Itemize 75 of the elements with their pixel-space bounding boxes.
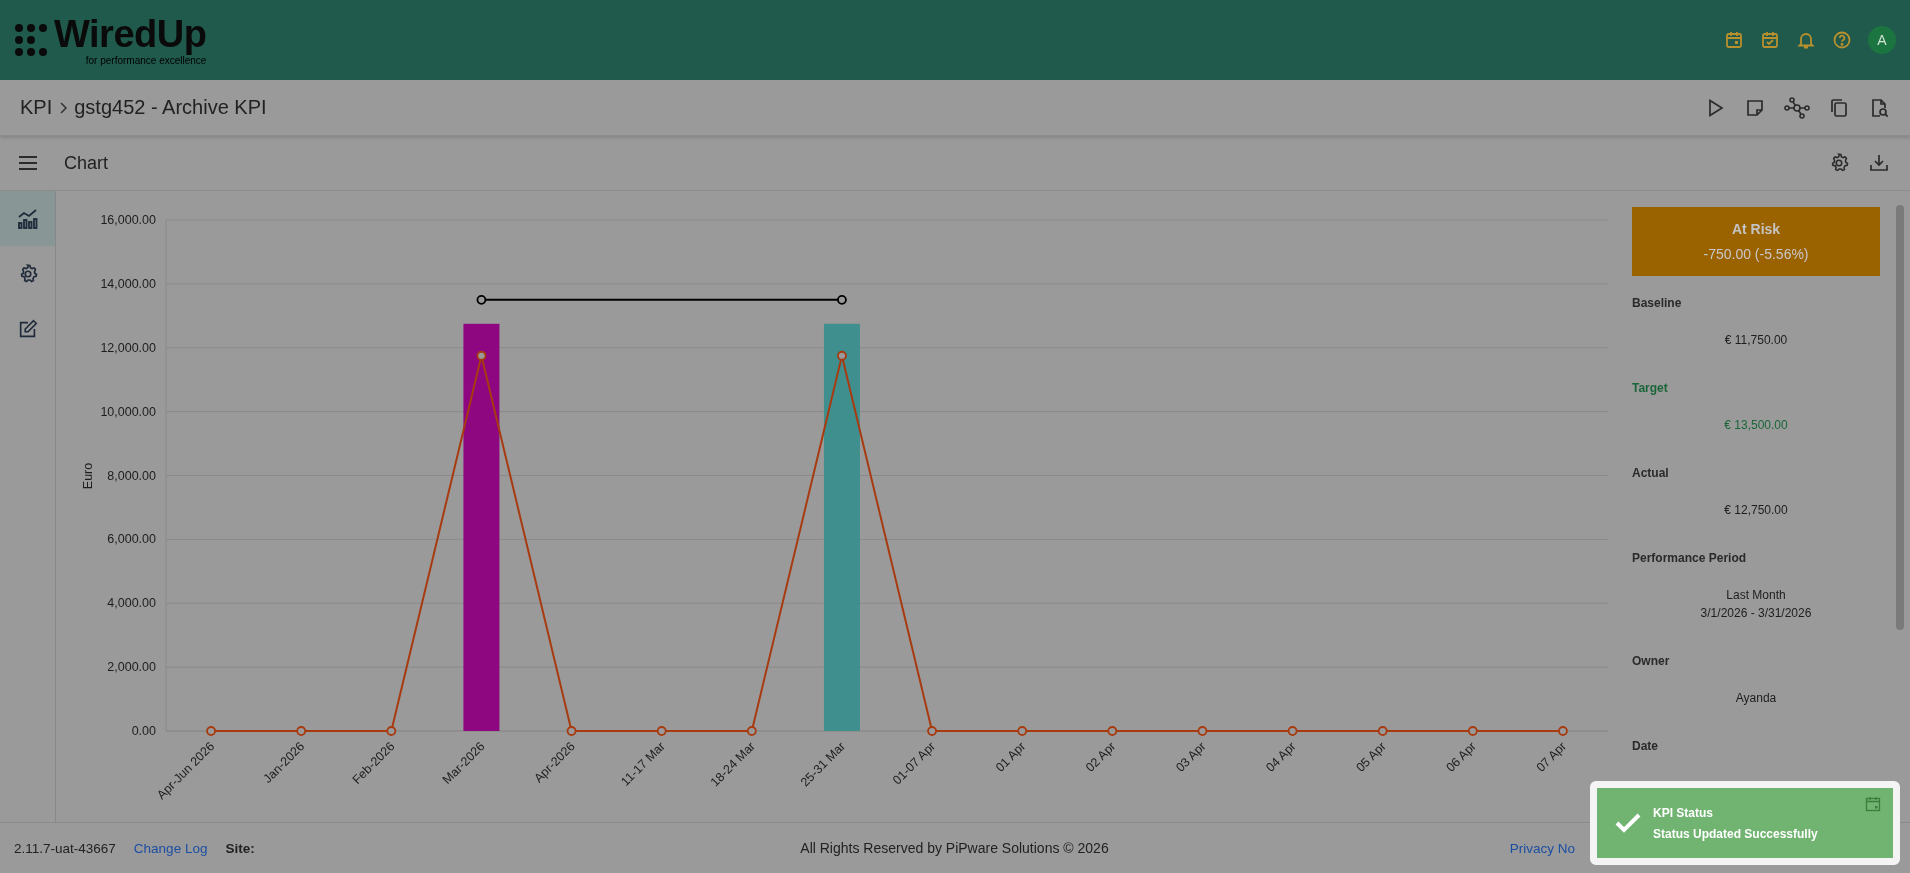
detail-label: Actual	[1632, 466, 1669, 480]
side-nav-tab[interactable]	[0, 191, 55, 246]
detail-label: Target	[1632, 381, 1668, 395]
data-point	[1197, 726, 1208, 736]
detail-label: Performance Period	[1632, 551, 1747, 565]
data-point	[837, 350, 847, 361]
data-point	[476, 294, 487, 305]
data-point	[927, 726, 937, 736]
detail-label: Baseline	[1632, 296, 1682, 310]
detail-value: Ayanda	[1734, 690, 1778, 707]
version-text: 2.11.7-uat-43667	[14, 840, 116, 856]
data-point	[837, 294, 847, 305]
data-point	[746, 726, 757, 736]
data-point	[1287, 726, 1298, 736]
data-point	[1558, 726, 1568, 736]
axis-label: 0.00	[131, 724, 156, 738]
data-point	[1107, 726, 1118, 736]
data-point	[656, 726, 667, 736]
network-icon[interactable]	[1784, 96, 1810, 119]
data-point	[206, 726, 216, 736]
calendar-icon	[1865, 796, 1881, 812]
copy-icon[interactable]	[1828, 96, 1850, 119]
axis-label: 06 Apr	[1443, 739, 1479, 775]
axis-label: 10,000.00	[100, 404, 156, 419]
bell-icon[interactable]	[1796, 30, 1816, 50]
axis-label: 03 Apr	[1173, 739, 1209, 775]
toast-title: KPI Status	[1653, 805, 1714, 820]
breadcrumb-item: gstg452 - Archive KPI	[74, 96, 267, 119]
axis-label: 01 Apr	[992, 739, 1029, 775]
axis-label: 6,000.00	[107, 532, 156, 547]
calendar-check-icon[interactable]	[1760, 30, 1780, 50]
data-point	[1017, 726, 1028, 736]
data-point	[476, 350, 487, 361]
site-label: Site:	[225, 840, 255, 856]
axis-label: 16,000.00	[100, 213, 156, 227]
toast-message: Status Updated Successfully	[1653, 826, 1819, 841]
breadcrumb-item[interactable]: KPI	[20, 96, 53, 119]
calendar-icon[interactable]	[1724, 30, 1744, 50]
status-value: -750.00 (-5.56%)	[1703, 246, 1809, 262]
axis-label: 04 Apr	[1263, 739, 1299, 775]
axis-label: 02 Apr	[1083, 739, 1119, 775]
axis-label: 12,000.00	[100, 340, 156, 355]
section-title: Chart	[64, 152, 108, 174]
chart-icon	[15, 206, 40, 231]
logo-tagline: for performance excellence	[85, 54, 207, 66]
detail-label: Owner	[1632, 654, 1670, 668]
logo-dots-icon	[14, 23, 48, 57]
data-point	[386, 726, 397, 736]
logo-name: WiredUp	[54, 14, 207, 53]
axis-label: 2,000.00	[107, 660, 156, 675]
axis-label: 8,000.00	[107, 468, 156, 483]
detail-value: Last Month 3/1/2026 - 3/31/2026	[1699, 587, 1813, 622]
detail-value: € 13,500.00	[1723, 417, 1789, 434]
user-avatar[interactable]: A	[1868, 26, 1896, 54]
detail-value: € 12,750.00	[1723, 502, 1789, 519]
axis-label: 14,000.00	[100, 276, 156, 291]
copyright-text: All Rights Reserved by PiPware Solutions © 2026	[800, 840, 1109, 856]
data-point	[296, 726, 307, 736]
axis-label: 07 Apr	[1533, 739, 1570, 775]
axis-label: 4,000.00	[107, 596, 156, 611]
change-log-link[interactable]: Change Log	[133, 840, 208, 856]
data-point	[1467, 726, 1478, 736]
axis-label: 05 Apr	[1353, 739, 1389, 775]
status-title: At Risk	[1731, 221, 1781, 237]
data-point	[1377, 726, 1388, 736]
chevron-right-icon	[58, 100, 69, 115]
data-point	[566, 726, 577, 736]
download-icon[interactable]	[1868, 152, 1890, 174]
checkmark-icon	[1615, 813, 1641, 833]
menu-icon[interactable]	[18, 155, 38, 171]
detail-label: Date	[1632, 739, 1658, 753]
axis-title: Euro	[81, 462, 95, 490]
help-icon[interactable]	[1832, 30, 1852, 50]
footer-link[interactable]: Privacy No	[1509, 840, 1575, 856]
detail-value: € 11,750.00	[1723, 332, 1789, 349]
